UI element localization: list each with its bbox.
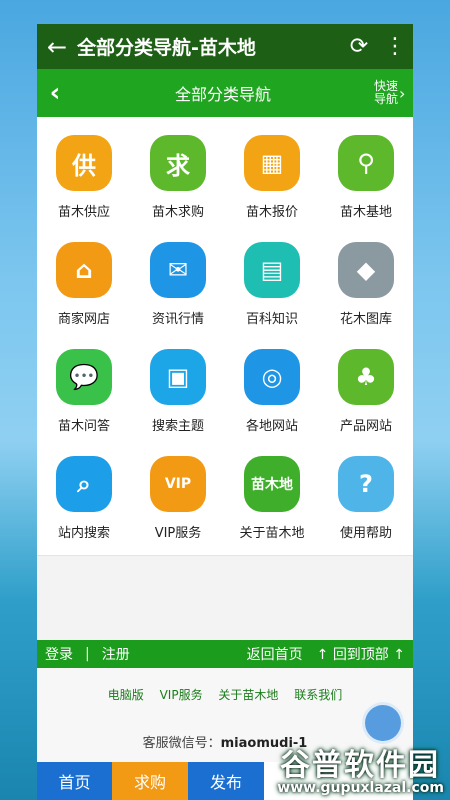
watermark-brand: 谷普软件园 (280, 748, 440, 783)
help-icon: ? (338, 456, 394, 512)
category-item[interactable]: 求苗木求购 (131, 127, 225, 234)
box-icon: ▣ (150, 349, 206, 405)
footer-links: 电脑版 VIP服务 关于苗木地 联系我们 (37, 668, 413, 732)
news-icon: ✉ (150, 242, 206, 298)
category-label: 苗木报价 (245, 205, 298, 220)
category-grid: 供苗木供应求苗木求购 ▦ 苗木报价 ⚲ 苗木基地 ⌂ 商家网店 ✉ 资讯行情 ▤ 百科知识 ◆ 花木图库… (37, 117, 413, 555)
category-label: 产品网站 (339, 419, 392, 434)
desktop-link[interactable]: 电脑版 (108, 688, 144, 702)
overflow-menu-icon[interactable]: ⋮ (377, 34, 413, 59)
category-label: 搜索主题 (151, 419, 204, 434)
back-to-top-label: 回到顶部 (332, 647, 389, 663)
arrow-up-icon: ↑ (393, 647, 405, 663)
wechat-label: 客服微信号： (142, 736, 221, 751)
shop-icon: ⌂ (56, 242, 112, 298)
category-item[interactable]: 💬 苗木问答 (37, 341, 131, 448)
category-item[interactable]: VIP VIP服务 (131, 448, 225, 555)
category-item[interactable]: 苗木地 关于苗木地 (225, 448, 319, 555)
chevron-right-icon: › (399, 83, 406, 103)
app-screen: ← 全部分类导航-苗木地 ⟳ ⋮ ‹ 全部分类导航 快速导航 › 供苗木供应求苗… (37, 24, 413, 800)
book-icon: ▤ (244, 242, 300, 298)
watermark-logo: 谷普软件园 www.gupuxlazal.com (250, 740, 450, 800)
nav-purchase[interactable]: 求购 (112, 762, 188, 800)
empty-area (37, 555, 413, 640)
category-item[interactable]: ▣ 搜索主题 (131, 341, 225, 448)
category-label: 关于苗木地 (239, 526, 305, 541)
footer-bar: 登录 | 注册 返回首页 ↑ 回到顶部 ↑ (37, 640, 413, 668)
category-item[interactable]: 供苗木供应 (37, 127, 131, 234)
sub-back-icon[interactable]: ‹ (37, 78, 73, 108)
sub-header: ‹ 全部分类导航 快速导航 › (37, 69, 413, 117)
logo-icon: 苗木地 (244, 456, 300, 512)
vip-icon: VIP (150, 456, 206, 512)
balloon-icon: ◎ (244, 349, 300, 405)
category-item[interactable]: ⌕ 站内搜索 (37, 448, 131, 555)
login-link[interactable]: 登录 (45, 644, 73, 664)
refresh-icon[interactable]: ⟳ (341, 34, 377, 59)
chat-icon: 💬 (56, 349, 112, 405)
map-pin-icon: ⚲ (338, 135, 394, 191)
tree-icon: ♣ (338, 349, 394, 405)
category-label: 站内搜索 (57, 526, 110, 541)
divider: | (85, 646, 90, 662)
search-icon: ⌕ (56, 456, 112, 512)
category-item[interactable]: ◆ 花木图库 (319, 234, 413, 341)
category-item[interactable]: ⌂ 商家网店 (37, 234, 131, 341)
category-label: 百科知识 (245, 312, 298, 327)
category-label: 苗木求购 (151, 205, 204, 220)
page-title: 全部分类导航 (174, 85, 271, 104)
category-item[interactable]: ♣ 产品网站 (319, 341, 413, 448)
category-label: 资讯行情 (151, 312, 204, 327)
floating-action-button[interactable] (362, 702, 404, 744)
category-label: 苗木问答 (57, 419, 110, 434)
watermark-url: www.gupuxlazal.com (277, 780, 444, 796)
category-item[interactable]: ⚲ 苗木基地 (319, 127, 413, 234)
app-title: 全部分类导航-苗木地 (77, 37, 256, 59)
category-item[interactable]: ▦ 苗木报价 (225, 127, 319, 234)
quick-nav-label: 快速导航 (373, 79, 398, 106)
app-bar: ← 全部分类导航-苗木地 ⟳ ⋮ (37, 24, 413, 69)
purchase-icon: 求 (150, 135, 206, 191)
category-label: VIP服务 (154, 526, 202, 541)
category-item[interactable]: ◎ 各地网站 (225, 341, 319, 448)
category-label: 商家网店 (57, 312, 110, 327)
category-label: 苗木基地 (339, 205, 392, 220)
quick-nav-button[interactable]: 快速导航 › (373, 80, 413, 106)
vip-link[interactable]: VIP服务 (160, 688, 203, 702)
category-label: 使用帮助 (339, 526, 392, 541)
category-item[interactable]: ✉ 资讯行情 (131, 234, 225, 341)
about-link[interactable]: 关于苗木地 (218, 688, 278, 702)
arrow-up-icon: ↑ (316, 647, 329, 663)
contact-link[interactable]: 联系我们 (294, 688, 342, 702)
home-link[interactable]: 返回首页 (247, 644, 303, 664)
category-label: 苗木供应 (57, 205, 110, 220)
price-list-icon: ▦ (244, 135, 300, 191)
category-label: 各地网站 (245, 419, 298, 434)
category-item[interactable]: ? 使用帮助 (319, 448, 413, 555)
gallery-icon: ◆ (338, 242, 394, 298)
back-to-top-link[interactable]: ↑ 回到顶部 ↑ (317, 644, 405, 664)
back-arrow-icon[interactable]: ← (37, 33, 77, 61)
supply-icon: 供 (56, 135, 112, 191)
category-item[interactable]: ▤ 百科知识 (225, 234, 319, 341)
nav-home[interactable]: 首页 (37, 762, 112, 800)
register-link[interactable]: 注册 (102, 644, 130, 664)
category-label: 花木图库 (339, 312, 392, 327)
